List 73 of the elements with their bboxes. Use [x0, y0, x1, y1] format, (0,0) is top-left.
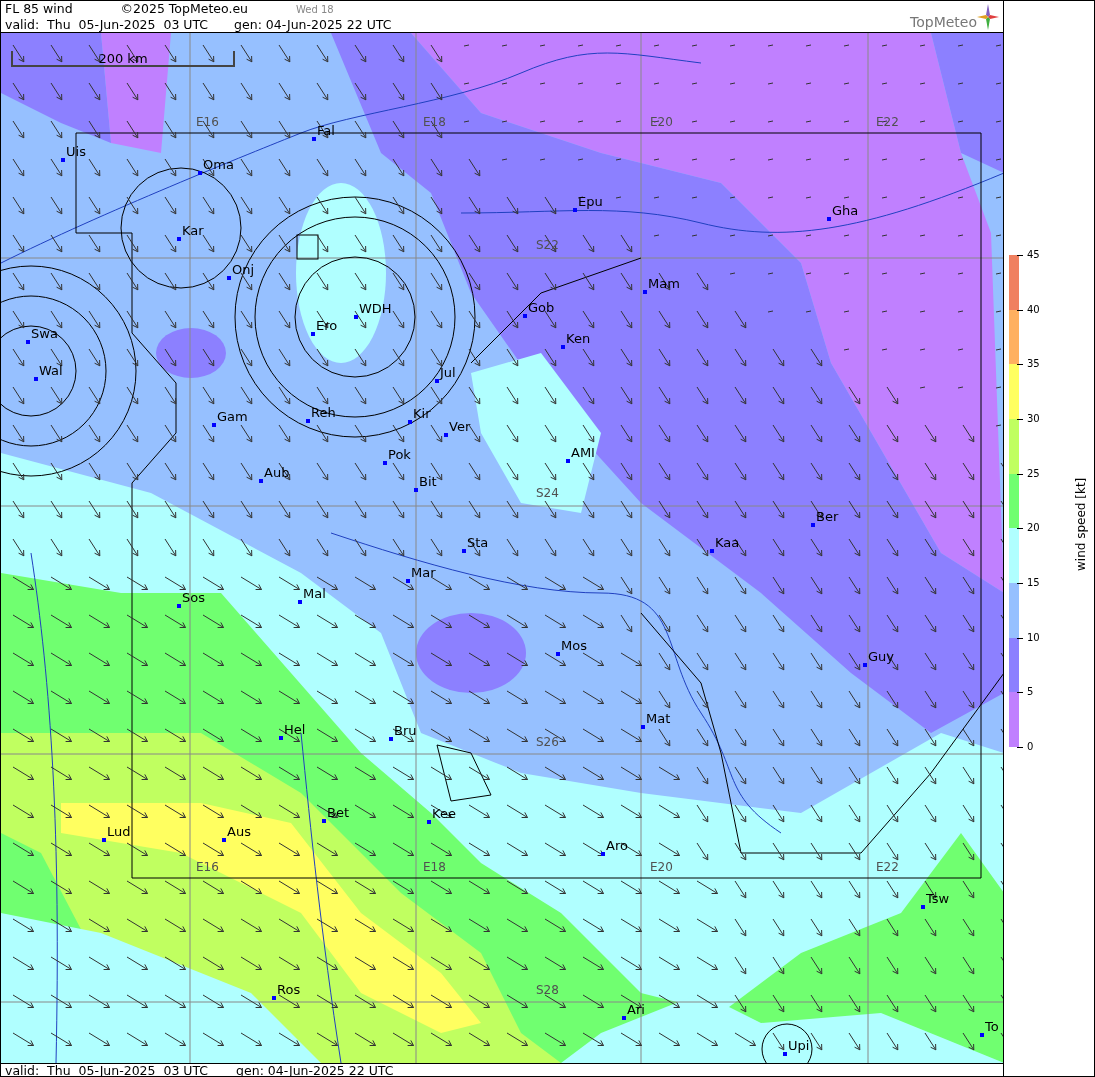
place-label: Gam [217, 409, 248, 424]
legend-tick-label: 40 [1027, 304, 1040, 315]
logo-text: TopMeteo [910, 14, 977, 30]
place-label: Mat [646, 711, 671, 726]
grid-label: E20 [650, 861, 673, 874]
place-label: Pok [388, 447, 411, 462]
place-label: Tsw [926, 891, 950, 906]
copyright-text: ©2025 TopMeteo.eu [120, 1, 249, 16]
place-label: Aro [606, 838, 628, 853]
place-label: Ros [277, 982, 301, 997]
place-label: Ari [627, 1002, 645, 1017]
place-label: Uis [66, 144, 86, 159]
legend-tick-label: 30 [1027, 414, 1040, 424]
place-label: Guy [868, 649, 894, 664]
place-label: Epu [578, 194, 603, 209]
place-label: Oma [203, 157, 234, 172]
legend-tick-label: 35 [1027, 359, 1040, 370]
place-label: WDH [359, 301, 392, 316]
valid-time: valid: Thu 05-Jun-2025 03 UTC [5, 1064, 209, 1077]
map-title: FL 85 wind [5, 1, 73, 16]
place-label: Fal [317, 123, 335, 138]
place-label: Gha [832, 203, 859, 218]
grid-label: E16 [196, 861, 219, 874]
legend-tick-label: 15 [1027, 578, 1040, 588]
legend-tick-label: 5 [1027, 687, 1034, 698]
place-label: Bit [419, 474, 437, 489]
place-label: Mos [561, 638, 587, 653]
place-label: Gob [528, 300, 555, 315]
place-label: To [985, 1019, 999, 1034]
place-label: Mal [303, 586, 326, 601]
place-label: AMI [571, 445, 595, 460]
place-label: Upi [788, 1038, 810, 1053]
grid-label: S28 [536, 984, 559, 997]
grid-label: E18 [423, 861, 446, 874]
scale-bar: 200 km [11, 51, 235, 67]
day-label: Wed 18 [296, 3, 334, 17]
place-label: Aub [264, 465, 290, 480]
place-label: Hel [284, 722, 306, 737]
place-label: Jul [440, 365, 456, 380]
grid-label: E16 [196, 116, 219, 129]
place-label: Sos [182, 590, 205, 605]
place-label: Mar [411, 565, 436, 580]
grid-label: E20 [650, 116, 673, 129]
place-label: Bet [327, 805, 349, 820]
legend-tick-label: 25 [1027, 468, 1040, 479]
legend-tick-label: 45 [1027, 250, 1040, 260]
generated-time: gen: 04-Jun-2025 22 UTC [236, 1064, 394, 1077]
place-label: Kar [182, 223, 204, 238]
place-label: Aus [227, 824, 251, 839]
compass-star-icon [977, 4, 999, 30]
legend-title: wind speed [kt] [1074, 477, 1088, 571]
grid-label: S24 [536, 487, 559, 500]
valid-time: valid: Thu 05-Jun-2025 03 UTC [5, 17, 209, 32]
place-label: Bru [394, 723, 417, 738]
place-label: Ken [566, 331, 591, 346]
place-label: Mam [648, 276, 680, 291]
grid-label: S26 [536, 736, 559, 749]
grid-label: E22 [876, 861, 899, 874]
place-label: Ver [449, 419, 471, 434]
place-label: Ber [816, 509, 839, 524]
legend-tick-label: 20 [1027, 523, 1040, 534]
grid-label: E18 [423, 116, 446, 129]
place-label: Onj [232, 262, 255, 277]
grid-label: E22 [876, 116, 899, 129]
place-label: Lud [107, 824, 131, 839]
generated-time: gen: 04-Jun-2025 22 UTC [234, 17, 392, 32]
place-label: Swa [31, 326, 58, 341]
place-label: Wal [39, 363, 63, 378]
legend-tick-label: 10 [1027, 632, 1040, 643]
place-label: Kaa [715, 535, 740, 550]
place-label: Ero [316, 318, 338, 333]
legend-tick-label: 0 [1027, 742, 1034, 752]
place-label: Sta [467, 535, 489, 550]
